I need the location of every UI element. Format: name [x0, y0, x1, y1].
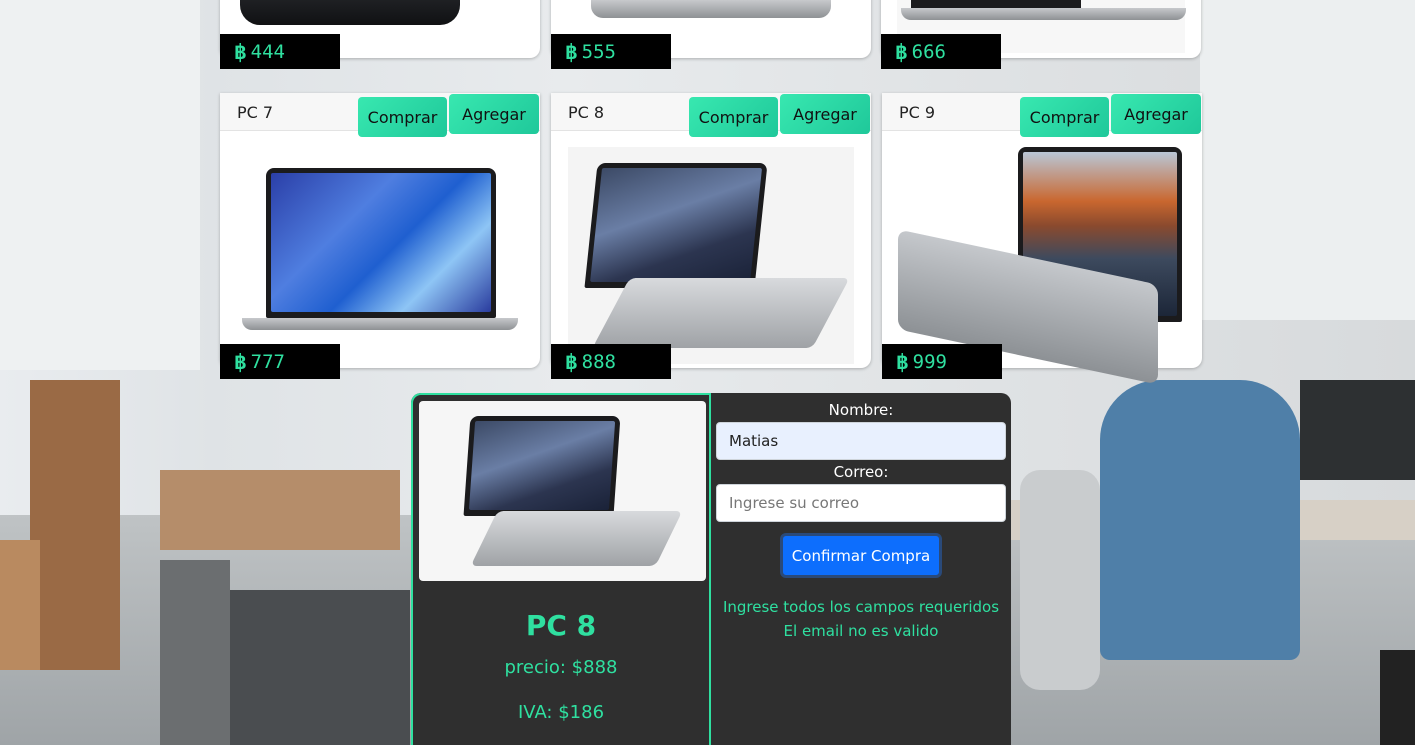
price-value: 888 [581, 350, 616, 373]
card-header: PC 8 Comprar Agregar [551, 93, 871, 137]
product-card-pc6: ฿ 666 [881, 0, 1201, 69]
product-card-pc5: ฿ 555 [551, 0, 871, 69]
card-header: PC 7 Comprar Agregar [220, 93, 540, 137]
product-image [242, 168, 518, 343]
price-tag: ฿ 999 [882, 344, 1002, 379]
card-title: PC 7 [237, 103, 274, 122]
buy-button[interactable]: Comprar [1020, 97, 1109, 137]
selected-product-image [419, 401, 706, 581]
selected-product-price: precio: $888 [504, 657, 618, 678]
confirm-purchase-button[interactable]: Confirmar Compra [780, 533, 942, 578]
price-tag: ฿ 777 [220, 344, 340, 379]
buy-button[interactable]: Comprar [358, 97, 447, 137]
buy-button[interactable]: Comprar [689, 97, 778, 137]
selected-product-iva: IVA: $186 [517, 702, 605, 723]
name-field[interactable] [716, 422, 1006, 460]
price-value: 444 [250, 40, 285, 63]
email-field[interactable] [716, 484, 1006, 522]
card-header: PC 9 Comprar Agregar [882, 93, 1202, 137]
bitcoin-icon: ฿ [565, 39, 578, 64]
price-tag: ฿ 444 [220, 34, 340, 69]
checkout-form: Nombre: Correo: Confirmar Compra Ingrese… [711, 393, 1011, 745]
product-image [581, 158, 850, 358]
bitcoin-icon: ฿ [234, 39, 247, 64]
product-image [898, 147, 1186, 385]
add-to-cart-button[interactable]: Agregar [780, 94, 870, 134]
price-tag: ฿ 888 [551, 344, 671, 379]
bitcoin-icon: ฿ [895, 39, 908, 64]
bitcoin-icon: ฿ [565, 349, 578, 374]
price-value: 999 [912, 350, 947, 373]
product-card-pc8: PC 8 Comprar Agregar ฿ 888 [551, 93, 871, 379]
add-to-cart-button[interactable]: Agregar [1111, 94, 1201, 134]
card-title: PC 8 [568, 103, 605, 122]
product-card-pc4: ฿ 444 [220, 0, 540, 69]
add-to-cart-button[interactable]: Agregar [449, 94, 539, 134]
error-required-message: Ingrese todos los campos requeridos [722, 598, 1000, 616]
selected-product-title: PC 8 [525, 609, 597, 642]
price-value: 666 [911, 40, 946, 63]
price-tag: ฿ 666 [881, 34, 1001, 69]
price-tag: ฿ 555 [551, 34, 671, 69]
product-card-pc9: PC 9 Comprar Agregar ฿ 999 [882, 93, 1202, 385]
selected-product-panel: PC 8 precio: $888 IVA: $186 [411, 393, 711, 745]
purchase-modal: PC 8 precio: $888 IVA: $186 Nombre: Corr… [411, 393, 1011, 745]
card-title: PC 9 [899, 103, 936, 122]
error-email-message: El email no es valido [783, 622, 939, 640]
product-card-pc7: PC 7 Comprar Agregar ฿ 777 [220, 93, 540, 379]
bitcoin-icon: ฿ [234, 349, 247, 374]
email-label: Correo: [833, 463, 889, 481]
name-label: Nombre: [828, 401, 894, 419]
price-value: 777 [250, 350, 285, 373]
bitcoin-icon: ฿ [896, 349, 909, 374]
price-value: 555 [581, 40, 616, 63]
